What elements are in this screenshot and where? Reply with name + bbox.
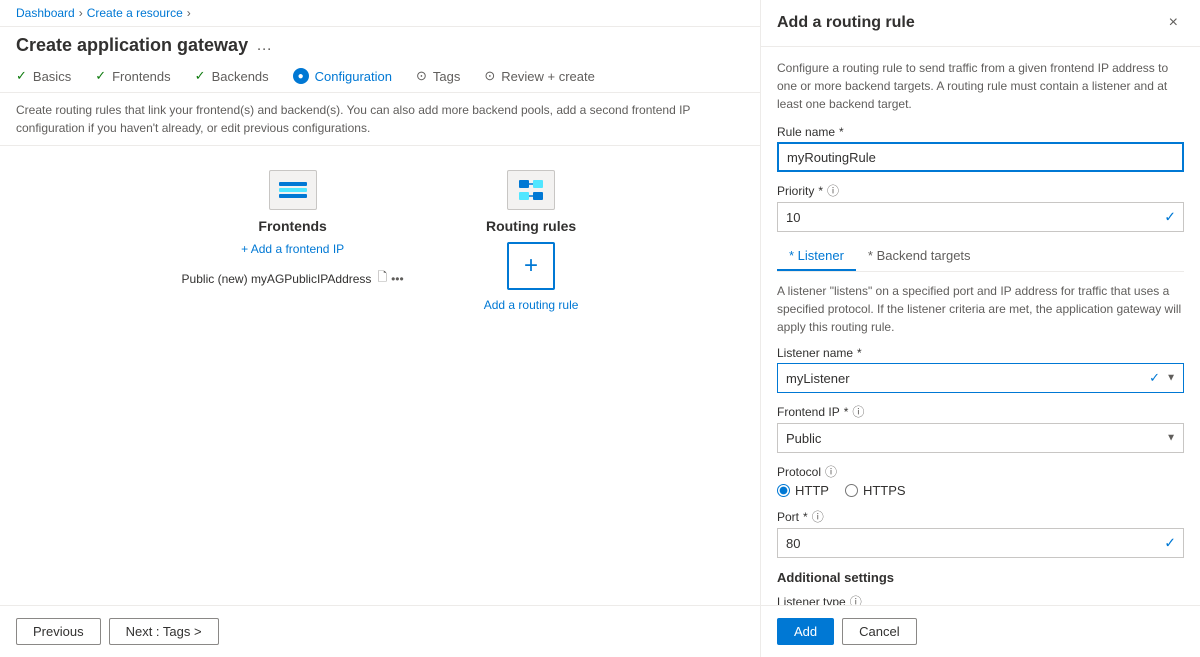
tab-backend-targets[interactable]: * Backend targets: [856, 242, 983, 271]
port-group: Port * ⓘ ✓: [777, 508, 1184, 558]
listener-type-info-icon: ⓘ: [850, 593, 862, 605]
frontend-item: Public (new) myAGPublicIPAddress 🗋 •••: [182, 268, 404, 289]
cancel-button[interactable]: Cancel: [842, 618, 916, 645]
tab-row: * Listener * Backend targets: [777, 242, 1184, 272]
routing-rules-section: Routing rules + Add a routing rule: [484, 170, 579, 312]
routing-icon: [507, 170, 555, 210]
protocol-label: Protocol ⓘ: [777, 463, 1184, 480]
bottom-navigation: Previous Next : Tags >: [0, 605, 760, 657]
protocol-group: Protocol ⓘ HTTP HTTPS: [777, 463, 1184, 498]
protocol-https-option[interactable]: HTTPS: [845, 483, 906, 498]
listener-type-group: Listener type ⓘ Basic Multi site: [777, 593, 1184, 605]
priority-label: Priority * ⓘ: [777, 182, 1184, 199]
port-info-icon: ⓘ: [812, 508, 824, 525]
listener-description: A listener "listens" on a specified port…: [777, 282, 1184, 336]
step-basics[interactable]: ✓ Basics: [16, 68, 71, 84]
step-review[interactable]: ⊙ Review + create: [484, 68, 594, 84]
breadcrumb-create-resource[interactable]: Create a resource: [87, 6, 183, 20]
priority-group: Priority * ⓘ ✓: [777, 182, 1184, 232]
drawer-description: Configure a routing rule to send traffic…: [777, 59, 1184, 113]
routing-rules-label: Routing rules: [486, 218, 576, 234]
add-routing-rule-drawer: Add a routing rule × Configure a routing…: [760, 0, 1200, 657]
listener-name-label: Listener name *: [777, 346, 1184, 360]
add-button[interactable]: Add: [777, 618, 834, 645]
page-description: Create routing rules that link your fron…: [0, 93, 760, 146]
add-routing-rule-label[interactable]: Add a routing rule: [484, 298, 579, 312]
add-frontend-ip-link[interactable]: + Add a frontend IP: [241, 242, 344, 256]
port-input[interactable]: [777, 528, 1184, 558]
additional-settings-label: Additional settings: [777, 570, 1184, 585]
breadcrumb-dashboard[interactable]: Dashboard: [16, 6, 75, 20]
frontends-icon: [269, 170, 317, 210]
more-options-icon[interactable]: …: [256, 37, 272, 55]
port-label: Port * ⓘ: [777, 508, 1184, 525]
frontend-ip-group: Frontend IP * ⓘ Public ▼: [777, 403, 1184, 453]
protocol-info-icon: ⓘ: [825, 463, 837, 480]
priority-input[interactable]: [777, 202, 1184, 232]
step-frontends[interactable]: ✓ Frontends: [95, 68, 170, 84]
drawer-header: Add a routing rule ×: [761, 0, 1200, 47]
port-check-icon: ✓: [1164, 535, 1176, 552]
listener-name-check-icon: ✓: [1149, 370, 1160, 386]
frontends-section: Frontends + Add a frontend IP Public (ne…: [182, 170, 404, 289]
priority-info-icon: ⓘ: [827, 182, 839, 199]
steps-navigation: ✓ Basics ✓ Frontends ✓ Backends ● Config…: [0, 60, 760, 93]
listener-name-group: Listener name * myListener ✓ ▼: [777, 346, 1184, 393]
breadcrumb: Dashboard › Create a resource ›: [0, 0, 760, 27]
tab-listener[interactable]: * Listener: [777, 242, 856, 271]
step-tags[interactable]: ⊙ Tags: [416, 68, 460, 84]
rule-name-input[interactable]: [777, 142, 1184, 172]
frontend-ip-info-icon: ⓘ: [852, 403, 864, 420]
frontend-item-actions[interactable]: 🗋 •••: [377, 268, 403, 289]
step-configuration[interactable]: ● Configuration: [293, 68, 392, 84]
page-title: Create application gateway: [16, 35, 248, 56]
priority-check-icon: ✓: [1164, 209, 1176, 226]
frontends-label: Frontends: [258, 218, 326, 234]
rule-name-label: Rule name *: [777, 125, 1184, 139]
next-button[interactable]: Next : Tags >: [109, 618, 219, 645]
listener-name-select[interactable]: myListener: [777, 363, 1184, 393]
canvas-area: Frontends + Add a frontend IP Public (ne…: [0, 146, 760, 605]
frontend-ip-select[interactable]: Public: [777, 423, 1184, 453]
previous-button[interactable]: Previous: [16, 618, 101, 645]
drawer-body: Configure a routing rule to send traffic…: [761, 47, 1200, 605]
add-routing-rule-button[interactable]: +: [507, 242, 555, 290]
rule-name-group: Rule name *: [777, 125, 1184, 172]
protocol-http-option[interactable]: HTTP: [777, 483, 829, 498]
protocol-radio-group: HTTP HTTPS: [777, 483, 1184, 498]
drawer-footer: Add Cancel: [761, 605, 1200, 657]
drawer-title: Add a routing rule: [777, 14, 915, 32]
listener-type-label: Listener type ⓘ: [777, 593, 1184, 605]
close-drawer-button[interactable]: ×: [1163, 12, 1184, 34]
step-backends[interactable]: ✓ Backends: [195, 68, 269, 84]
frontend-ip-label: Frontend IP * ⓘ: [777, 403, 1184, 420]
